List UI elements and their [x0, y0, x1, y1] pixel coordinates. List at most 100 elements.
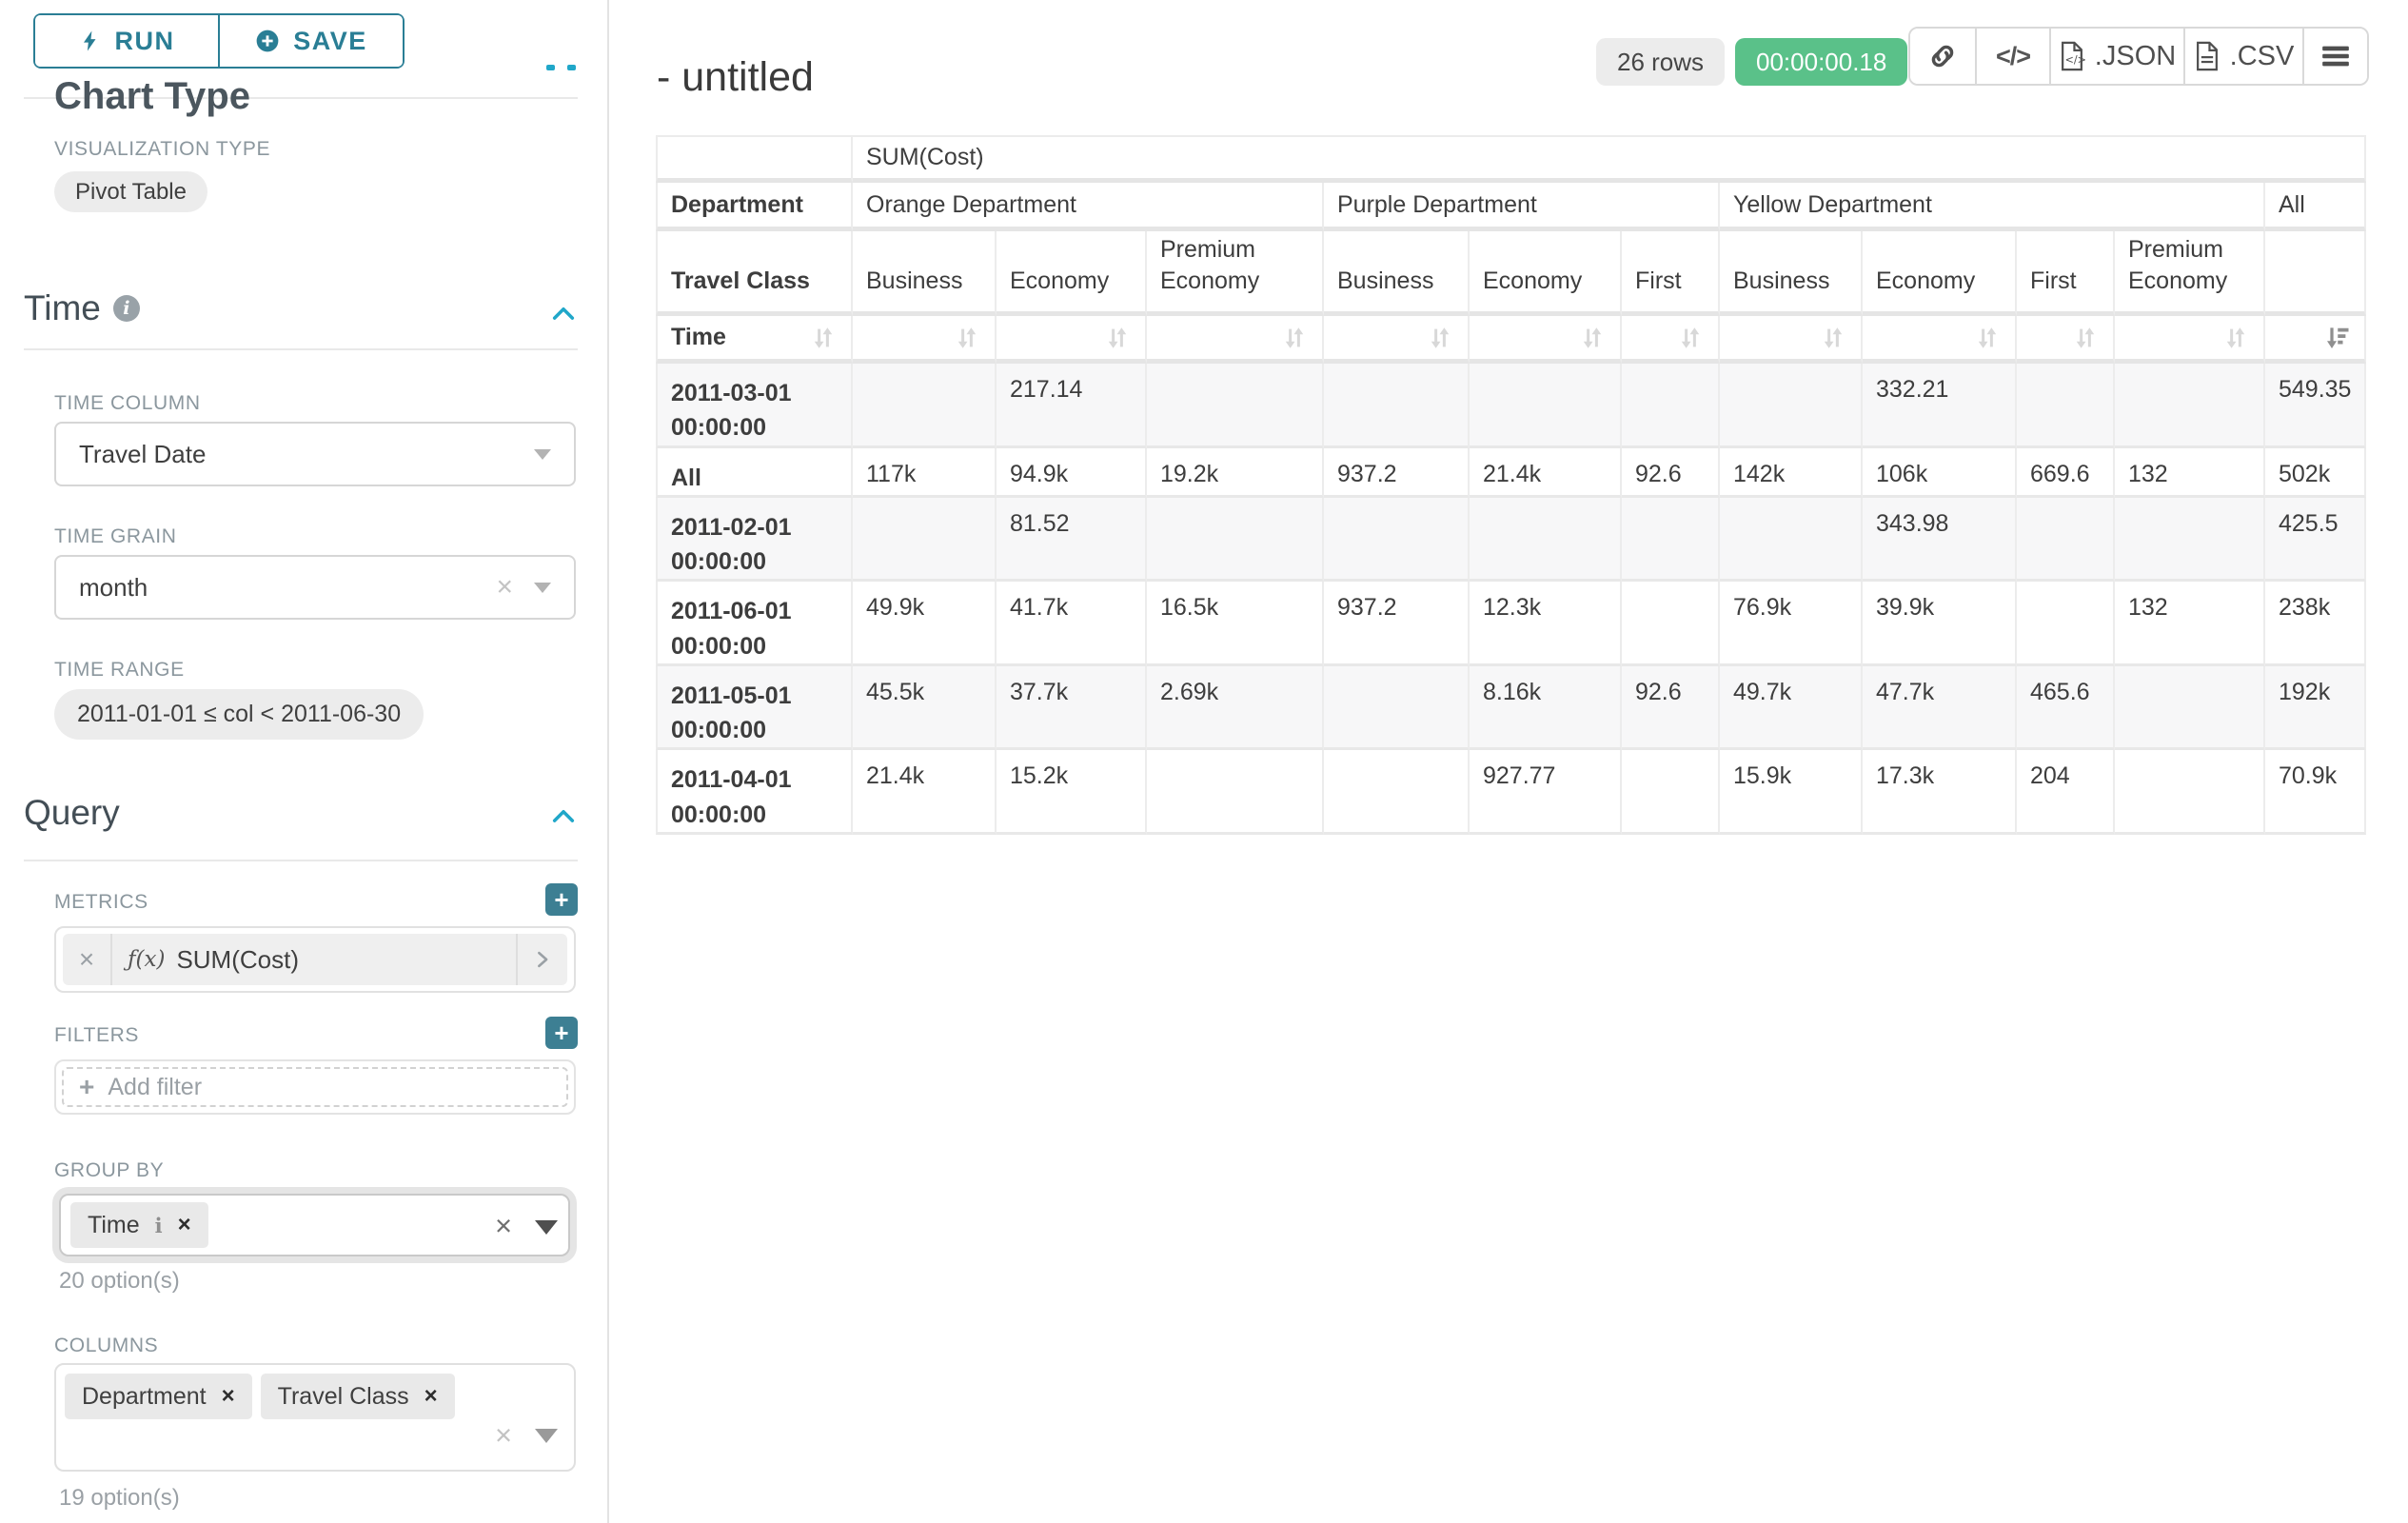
pivot-value-cell: 669.6 [2017, 448, 2115, 498]
pivot-travel-class-row: Travel ClassBusinessEconomyPremium Econo… [656, 231, 2366, 316]
pivot-row-dim-department: Department [656, 183, 853, 231]
columns-chip-travel-class[interactable]: Travel Class × [261, 1374, 455, 1419]
time-grain-select[interactable]: month × [54, 555, 576, 620]
filters-field: + Add filter [54, 1059, 576, 1115]
pivot-colgroup-header: All [2265, 183, 2366, 231]
pivot-data-row: All117k94.9k19.2k937.221.4k92.6142k106k6… [656, 448, 2366, 498]
chip-label: Department [82, 1383, 207, 1411]
pivot-value-cell: 94.9k [997, 448, 1147, 498]
sort-icon[interactable] [809, 324, 838, 352]
view-query-button[interactable]: </> [1977, 29, 2051, 84]
pivot-value-cell: 549.35 [2265, 364, 2366, 448]
caret-down-icon[interactable] [535, 1220, 558, 1235]
pivot-value-cell: 92.6 [1622, 448, 1720, 498]
time-column-select[interactable]: Travel Date [54, 422, 576, 486]
chevron-up-icon[interactable] [550, 301, 577, 327]
info-icon: i [155, 1214, 163, 1237]
time-column-label: TIME COLUMN [54, 392, 201, 415]
save-button[interactable]: SAVE [220, 15, 403, 67]
columns-select[interactable]: Department × Travel Class × [54, 1363, 576, 1472]
pivot-department-row: DepartmentOrange DepartmentPurple Depart… [656, 183, 2366, 231]
columns-options-hint: 19 option(s) [59, 1485, 180, 1512]
pivot-row-dim-travel-class: Travel Class [656, 231, 853, 316]
filters-label: FILTERS [54, 1024, 139, 1047]
pivot-row-label: 2011-02-01 00:00:00 [656, 498, 853, 583]
export-csv-button[interactable]: .CSV [2185, 29, 2304, 84]
chip-close-icon[interactable]: × [424, 1383, 438, 1410]
clear-icon[interactable]: × [496, 573, 513, 602]
chip-close-icon[interactable]: × [178, 1212, 191, 1238]
sort-icon[interactable] [1103, 324, 1132, 352]
pivot-col-header: First [2017, 231, 2115, 316]
sort-desc-active-icon[interactable] [2322, 324, 2351, 352]
pivot-value-cell [1470, 364, 1622, 448]
pivot-value-cell: 19.2k [1147, 448, 1324, 498]
chart-title[interactable]: - untitled [657, 54, 814, 101]
sort-icon[interactable] [1578, 324, 1607, 352]
pivot-corner-cell [656, 135, 853, 183]
caret-down-icon[interactable] [535, 1429, 558, 1443]
sort-icon[interactable] [1280, 324, 1309, 352]
lightning-icon [79, 29, 102, 53]
pivot-value-cell: 12.3k [1470, 582, 1622, 666]
chevron-up-icon[interactable] [550, 803, 577, 830]
metric-chip[interactable]: × ƒ(x) SUM(Cost) [63, 934, 567, 985]
chip-close-icon[interactable]: × [222, 1383, 235, 1410]
pivot-value-cell [2017, 582, 2115, 666]
add-metric-button[interactable]: + [545, 883, 578, 916]
sort-icon[interactable] [1973, 324, 2002, 352]
export-json-button[interactable]: </> .JSON [2051, 29, 2185, 84]
sort-icon[interactable] [2071, 324, 2100, 352]
pivot-value-cell: 937.2 [1324, 448, 1470, 498]
run-button[interactable]: RUN [35, 15, 220, 67]
sort-icon[interactable] [1426, 324, 1454, 352]
group-by-chip-time[interactable]: Time i × [70, 1202, 208, 1248]
columns-chip-department[interactable]: Department × [65, 1374, 252, 1419]
more-options-button[interactable] [2304, 29, 2367, 84]
pivot-data-row: 2011-03-01 00:00:00217.14332.21549.35 [656, 364, 2366, 448]
pivot-value-cell [1147, 364, 1324, 448]
pivot-value-cell [1324, 498, 1470, 583]
clear-icon[interactable]: × [495, 1418, 512, 1453]
function-icon: ƒ(x) [128, 947, 165, 972]
add-filter-button[interactable]: + Add filter [62, 1067, 568, 1107]
pivot-value-cell: 70.9k [2265, 750, 2366, 835]
hamburger-menu-icon [2321, 44, 2350, 69]
chevron-right-icon[interactable] [516, 934, 567, 985]
pivot-value-cell: 132 [2115, 448, 2265, 498]
pivot-colgroup-header: Purple Department [1324, 183, 1720, 231]
group-by-select[interactable]: Time i × [59, 1194, 570, 1256]
pivot-row-label: 2011-06-01 00:00:00 [656, 582, 853, 666]
pivot-value-cell [1470, 498, 1622, 583]
visualization-type-pill[interactable]: Pivot Table [54, 171, 207, 212]
time-range-pill[interactable]: 2011-01-01 ≤ col < 2011-06-30 [54, 689, 424, 740]
sort-icon[interactable] [953, 324, 981, 352]
chip-label: Travel Class [278, 1383, 409, 1411]
remove-metric-icon[interactable]: × [63, 934, 112, 985]
pivot-value-cell [853, 364, 997, 448]
group-by-options-hint: 20 option(s) [59, 1268, 180, 1295]
query-section-header[interactable]: Query [24, 793, 120, 833]
pivot-value-cell: 15.9k [1720, 750, 1863, 835]
sort-icon[interactable] [2221, 324, 2250, 352]
superset-explore-view: RUN SAVE Chart Type VISUALIZATION TYPE P… [0, 0, 2408, 1523]
group-by-label: GROUP BY [54, 1159, 164, 1182]
share-link-button[interactable] [1910, 29, 1977, 84]
run-save-button-group: RUN SAVE [33, 13, 405, 69]
pivot-data-row: 2011-05-01 00:00:0045.5k37.7k2.69k8.16k9… [656, 666, 2366, 751]
plus-icon: + [79, 1072, 94, 1102]
section-divider [24, 348, 578, 350]
pivot-value-cell [2017, 364, 2115, 448]
pivot-sort-cell [2265, 316, 2366, 364]
add-filter-plus-button[interactable]: + [545, 1017, 578, 1049]
pivot-table: SUM(Cost)DepartmentOrange DepartmentPurp… [656, 135, 2366, 835]
pivot-value-cell [853, 498, 997, 583]
csv-file-icon [2194, 41, 2220, 71]
pivot-value-cell [1324, 364, 1470, 448]
time-section-header[interactable]: Time i [24, 288, 140, 328]
sort-icon[interactable] [1676, 324, 1705, 352]
sort-icon[interactable] [1819, 324, 1847, 352]
pivot-col-header: Premium Economy [1147, 231, 1324, 316]
clear-icon[interactable]: × [495, 1209, 512, 1243]
chart-type-section-title: Chart Type [54, 75, 250, 118]
